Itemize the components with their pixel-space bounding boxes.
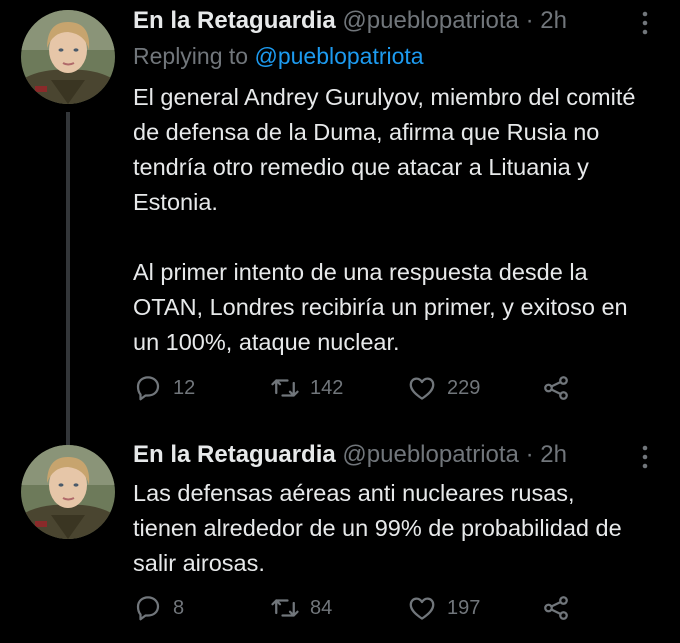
share-button[interactable] bbox=[541, 373, 571, 403]
retweet-icon bbox=[271, 599, 299, 617]
display-name[interactable]: En la Retaguardia bbox=[133, 7, 336, 34]
tweet-paragraph: Las defensas aéreas anti nucleares rusas… bbox=[133, 480, 622, 576]
like-button[interactable]: 229 bbox=[407, 373, 480, 403]
avatar[interactable] bbox=[21, 10, 115, 104]
reply-count: 8 bbox=[173, 596, 185, 619]
user-handle[interactable]: @pueblopatriota bbox=[342, 7, 518, 34]
share-icon bbox=[544, 596, 568, 620]
tweet-header: En la Retaguardia @pueblopatriota · 2h bbox=[133, 440, 620, 470]
separator-dot: · bbox=[525, 441, 534, 468]
reply-button[interactable]: 8 bbox=[133, 593, 184, 623]
tweet-header: En la Retaguardia @pueblopatriota · 2h bbox=[133, 6, 620, 36]
timestamp[interactable]: 2h bbox=[540, 441, 567, 468]
tweet-paragraph: Al primer intento de una respuesta desde… bbox=[133, 259, 628, 355]
retweet-icon bbox=[271, 379, 299, 397]
separator-dot: · bbox=[525, 7, 534, 34]
like-count: 229 bbox=[447, 376, 481, 399]
tweet-paragraph: El general Andrey Gurulyov, miembro del … bbox=[133, 84, 636, 215]
share-icon bbox=[544, 376, 568, 400]
tweet[interactable]: En la Retaguardia @pueblopatriota · 2h R… bbox=[0, 0, 680, 446]
action-bar: 12 142 229 bbox=[133, 373, 620, 403]
like-button[interactable]: 197 bbox=[407, 593, 480, 623]
more-icon[interactable] bbox=[640, 8, 650, 38]
like-icon bbox=[409, 377, 435, 400]
retweet-button[interactable]: 142 bbox=[270, 373, 343, 403]
user-handle[interactable]: @pueblopatriota bbox=[342, 441, 518, 468]
reply-icon bbox=[136, 376, 160, 401]
retweet-button[interactable]: 84 bbox=[270, 593, 332, 623]
avatar[interactable] bbox=[21, 445, 115, 539]
tweet[interactable]: En la Retaguardia @pueblopatriota · 2h L… bbox=[0, 430, 680, 643]
replying-to-handle[interactable]: @pueblopatriota bbox=[254, 43, 423, 69]
display-name[interactable]: En la Retaguardia bbox=[133, 441, 336, 468]
action-bar: 8 84 197 bbox=[133, 593, 620, 623]
more-icon[interactable] bbox=[640, 442, 650, 472]
replying-to-label: Replying to bbox=[133, 43, 249, 69]
retweet-count: 84 bbox=[310, 596, 333, 619]
like-count: 197 bbox=[447, 596, 481, 619]
timestamp[interactable]: 2h bbox=[540, 7, 567, 34]
reply-icon bbox=[136, 596, 160, 621]
reply-count: 12 bbox=[173, 376, 196, 399]
like-icon bbox=[409, 597, 435, 620]
replying-to: Replying to @pueblopatriota bbox=[133, 43, 424, 70]
retweet-count: 142 bbox=[310, 376, 344, 399]
reply-button[interactable]: 12 bbox=[133, 373, 195, 403]
thread-line bbox=[66, 112, 70, 446]
tweet-text: El general Andrey Gurulyov, miembro del … bbox=[133, 80, 644, 360]
avatar-image bbox=[21, 10, 115, 104]
share-button[interactable] bbox=[541, 593, 571, 623]
tweet-text: Las defensas aéreas anti nucleares rusas… bbox=[133, 476, 644, 581]
avatar-image bbox=[21, 445, 115, 539]
